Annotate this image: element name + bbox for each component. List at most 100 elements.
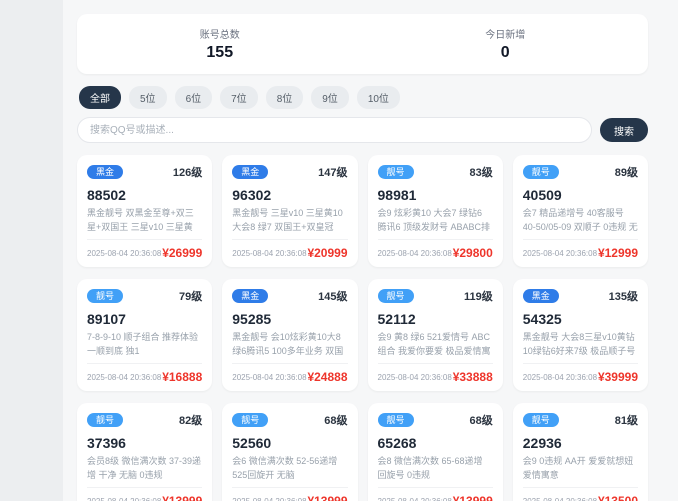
card-header: 靓号 68级: [232, 412, 347, 428]
account-number: 40509: [523, 187, 638, 203]
search-row: 搜索: [77, 117, 648, 143]
account-description: 会员8级 微信满次数 37-39递增 干净 无脑 0违规: [87, 455, 202, 483]
search-input[interactable]: [77, 117, 592, 143]
price: ¥12999: [598, 246, 638, 260]
filter-tabs: 全部 5位 6位 7位 8位 9位 10位: [79, 86, 648, 109]
account-number: 95285: [232, 311, 347, 327]
price: ¥29800: [453, 246, 493, 260]
account-type-badge: 黑金: [232, 165, 268, 180]
price: ¥16888: [162, 370, 202, 384]
account-level: 135级: [609, 288, 638, 304]
account-card[interactable]: 靓号81级22936会9 0违规 AA开 爱爱就想妞 爱情寓意2025-08-0…: [513, 403, 648, 501]
account-type-badge: 靓号: [523, 165, 559, 180]
account-card[interactable]: 黑金147级96302黑金靓号 三星v10 三星黄10 大会8 绿7 双国王+双…: [222, 155, 357, 267]
account-card[interactable]: 黑金145级95285黑金靓号 会10炫彩黄10大8绿6腾讯5 100多年业务 …: [222, 279, 357, 391]
account-type-badge: 靓号: [523, 413, 559, 428]
search-button[interactable]: 搜索: [600, 118, 648, 142]
account-level: 89级: [615, 164, 638, 180]
filter-tab[interactable]: 7位: [220, 86, 258, 109]
account-card[interactable]: 靓号 68级 52560 会6 微信满次数 52-56递增 525回旋开 无脑 2025…: [222, 403, 357, 501]
account-number: 65268: [378, 435, 493, 451]
account-card[interactable]: 靓号82级37396会员8级 微信满次数 37-39递增 干净 无脑 0违规20…: [77, 403, 212, 501]
account-type-badge: 靓号: [87, 413, 123, 428]
account-type-badge: 靓号: [378, 289, 414, 304]
stat-total-accounts: 账号总数 155: [200, 26, 240, 62]
account-level: 119级: [464, 288, 493, 304]
card-header: 靓号 68级: [378, 412, 493, 428]
account-description: 会8 微信满次数 65-68递增 回旋号 0违规: [378, 455, 493, 483]
stat-total-value: 155: [200, 44, 240, 62]
account-card[interactable]: 靓号79级891077-8-9-10 顺子组合 推荐体验 一顺到底 独12025…: [77, 279, 212, 391]
account-number: 89107: [87, 311, 202, 327]
account-description: 黑金靓号 大会8三星v10黄钻10绿钻6好来7级 极品顺子号 极品准全顺 无脑干…: [523, 331, 638, 359]
account-level: 68级: [324, 412, 347, 428]
stat-new-today: 今日新增 0: [485, 26, 525, 62]
account-level: 81级: [615, 412, 638, 428]
account-number: 22936: [523, 435, 638, 451]
card-footer: 2025-08-04 20:36:08¥26999: [87, 239, 202, 260]
card-footer: 2025-08-04 20:36:08¥33888: [378, 363, 493, 384]
card-header: 黑金 126级: [87, 164, 202, 180]
price: ¥39999: [598, 370, 638, 384]
card-footer: 2025-08-04 20:36:08¥20999: [232, 239, 347, 260]
page: 账号总数 155 今日新增 0 全部 5位 6位 7位 8位 9位 10位 搜索 黑金 126…: [0, 0, 678, 501]
card-footer: 2025-08-04 20:36:08¥39999: [523, 363, 638, 384]
card-header: 靓号79级: [87, 288, 202, 304]
listing-date: 2025-08-04 20:36:08: [87, 497, 161, 501]
card-header: 黑金145级: [232, 288, 347, 304]
account-level: 68级: [470, 412, 493, 428]
account-card[interactable]: 靓号83级98981会9 炫彩黄10 大会7 绿钻6 腾讯6 顶级发财号 ABA…: [368, 155, 503, 267]
account-card[interactable]: 靓号89级40509会7 精品递增号 40客服号 40-50/05-09 双顺子…: [513, 155, 648, 267]
price: ¥13999: [162, 494, 202, 501]
stat-total-label: 账号总数: [200, 26, 240, 41]
price: ¥13999: [307, 494, 347, 501]
listing-date: 2025-08-04 20:36:08: [232, 373, 306, 382]
account-card[interactable]: 靓号 68级 65268 会8 微信满次数 65-68递增 回旋号 0违规 2025-0…: [368, 403, 503, 501]
account-type-badge: 黑金: [87, 165, 123, 180]
price: ¥26999: [162, 246, 202, 260]
card-footer: 2025-08-04 20:36:08¥12999: [523, 239, 638, 260]
account-description: 会9 黄8 绿6 521爱情号 ABC组合 我爱你要爱 极品爱情寓意 无脑: [378, 331, 493, 359]
card-grid: 黑金126级88502黑金靓号 双黑金至尊+双三星+双国王 三星v10 三星黄1…: [77, 155, 648, 501]
listing-date: 2025-08-04 20:36:08: [232, 497, 306, 501]
account-level: 82级: [179, 412, 202, 428]
card-header: 靓号 89级: [523, 164, 638, 180]
filter-tab[interactable]: 8位: [266, 86, 304, 109]
filter-tab[interactable]: 6位: [175, 86, 213, 109]
card-footer: 2025-08-04 20:36:08¥13999: [232, 487, 347, 501]
filter-tab[interactable]: 5位: [129, 86, 167, 109]
account-type-badge: 黑金: [232, 289, 268, 304]
page-background-strip: [0, 0, 63, 501]
account-description: 会6 微信满次数 52-56递增 525回旋开 无脑: [232, 455, 347, 483]
card-footer: 2025-08-04 20:36:08¥16888: [87, 363, 202, 384]
listing-date: 2025-08-04 20:36:08: [523, 249, 597, 258]
listing-date: 2025-08-04 20:36:08: [523, 373, 597, 382]
account-type-badge: 靓号: [87, 289, 123, 304]
card-footer: 2025-08-04 20:36:08¥24888: [232, 363, 347, 384]
filter-tab[interactable]: 全部: [79, 86, 121, 109]
listing-date: 2025-08-04 20:36:08: [523, 497, 597, 501]
account-number: 52560: [232, 435, 347, 451]
card-header: 靓号 119级: [378, 288, 493, 304]
account-card[interactable]: 黑金126级88502黑金靓号 双黑金至尊+双三星+双国王 三星v10 三星黄1…: [77, 155, 212, 267]
filter-tab[interactable]: 9位: [311, 86, 349, 109]
account-level: 147级: [318, 164, 347, 180]
account-level: 83级: [470, 164, 493, 180]
account-description: 黑金靓号 三星v10 三星黄10 大会8 绿7 双国王+双皇冠+双三星 标准生日: [232, 207, 347, 235]
card-header: 黑金135级: [523, 288, 638, 304]
account-type-badge: 靓号: [378, 413, 414, 428]
filter-tab[interactable]: 10位: [357, 86, 400, 109]
price: ¥33888: [453, 370, 493, 384]
listing-date: 2025-08-04 20:36:08: [87, 373, 161, 382]
listing-date: 2025-08-04 20:36:08: [378, 497, 452, 501]
card-footer: 2025-08-04 20:36:08¥13500: [523, 487, 638, 501]
main-content: 账号总数 155 今日新增 0 全部 5位 6位 7位 8位 9位 10位 搜索 黑金 126…: [63, 0, 678, 501]
account-card[interactable]: 靓号119级52112会9 黄8 绿6 521爱情号 ABC组合 我爱你要爱 极…: [368, 279, 503, 391]
account-type-badge: 靓号: [232, 413, 268, 428]
price: ¥13500: [598, 494, 638, 501]
card-footer: 2025-08-04 20:36:08¥13999: [378, 487, 493, 501]
price: ¥13999: [453, 494, 493, 501]
account-level: 126级: [173, 164, 202, 180]
account-number: 88502: [87, 187, 202, 203]
account-card[interactable]: 黑金135级54325黑金靓号 大会8三星v10黄钻10绿钻6好来7级 极品顺子…: [513, 279, 648, 391]
